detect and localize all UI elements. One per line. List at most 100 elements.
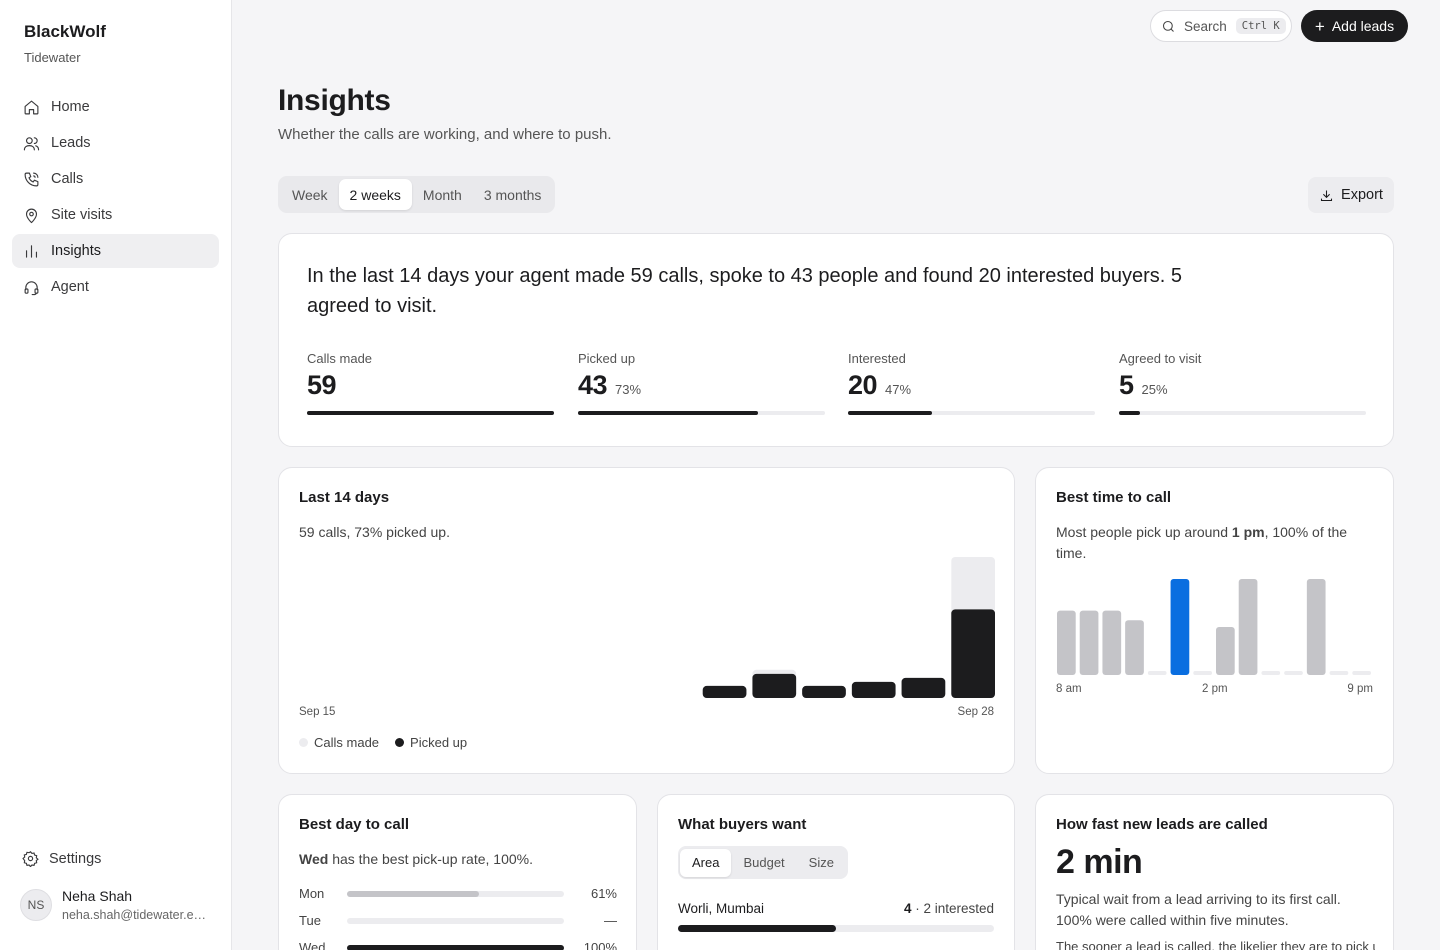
- x-axis-tick: 2 pm: [1202, 683, 1228, 695]
- range-month[interactable]: Month: [412, 179, 473, 210]
- day-row-tue: Tue —: [299, 913, 617, 928]
- user-email: neha.shah@tidewater.ex…: [62, 908, 208, 922]
- stat-value: 59: [307, 370, 337, 400]
- hour-bar: [1079, 610, 1099, 675]
- sidebar-item-label: Insights: [51, 243, 101, 259]
- stat-percent: 73%: [615, 382, 642, 397]
- day-name: Mon: [299, 886, 325, 901]
- range-week[interactable]: Week: [281, 179, 339, 210]
- x-axis-end-label: Sep 28: [957, 706, 994, 718]
- hour-bar: [1261, 671, 1281, 675]
- legend-swatch: [299, 738, 308, 747]
- search-label: Search: [1184, 18, 1227, 34]
- day-row-wed: Wed 100%: [299, 940, 617, 950]
- home-icon: [22, 98, 40, 116]
- response-time-note: The sooner a lead is called, the likelie…: [1056, 939, 1376, 950]
- best-hour: 1 pm: [1231, 524, 1265, 540]
- summary-text: In the last 14 days your agent made 59 c…: [307, 265, 1183, 317]
- hour-bar: [1170, 579, 1190, 675]
- stat-label: Agreed to visit: [1119, 351, 1202, 366]
- stat-progress: [1119, 411, 1366, 415]
- user-menu[interactable]: NS Neha Shah neha.shah@tidewater.ex…: [20, 888, 208, 922]
- best-day: Wed: [299, 851, 329, 867]
- settings-label: Settings: [49, 850, 102, 867]
- card-title: What buyers want: [678, 816, 807, 833]
- stat-progress-fill: [848, 411, 932, 415]
- stat-value: 20: [848, 370, 878, 400]
- day-percent: 61%: [590, 886, 617, 901]
- legend-item-picked-up: Picked up: [395, 735, 467, 750]
- card-title: Last 14 days: [299, 489, 390, 506]
- hour-bar: [1238, 579, 1258, 675]
- sidebar-item-home[interactable]: Home: [12, 90, 219, 124]
- x-axis-tick: 8 am: [1056, 683, 1082, 695]
- stat-progress-fill: [307, 411, 554, 415]
- card-subtitle: 59 calls, 73% picked up.: [299, 524, 450, 540]
- hour-bar: [1352, 671, 1371, 675]
- sidebar-item-site-visits[interactable]: Site visits: [12, 198, 219, 232]
- response-time-description: Typical wait from a lead arriving to its…: [1056, 891, 1341, 928]
- bar-picked-up: [951, 609, 995, 698]
- sidebar-item-insights[interactable]: Insights: [12, 234, 219, 268]
- hour-bar: [1057, 610, 1076, 675]
- range-2-weeks[interactable]: 2 weeks: [338, 179, 412, 210]
- export-label: Export: [1341, 187, 1383, 203]
- sidebar-item-label: Site visits: [51, 207, 113, 223]
- x-axis-start-label: Sep 15: [299, 706, 336, 718]
- stat-percent: 47%: [885, 382, 912, 397]
- sidebar-item-leads[interactable]: Leads: [12, 126, 219, 160]
- legend-swatch: [395, 738, 405, 747]
- day-bar: [347, 917, 564, 924]
- bar-chart-icon: [22, 242, 40, 260]
- stat-value: 5: [1119, 370, 1134, 400]
- settings-link[interactable]: Settings: [22, 850, 101, 867]
- add-leads-button[interactable]: + Add leads: [1301, 10, 1408, 42]
- tab-budget[interactable]: Budget: [731, 849, 796, 877]
- hour-bar: [1329, 671, 1349, 675]
- buyers-want-card: What buyers want Area Budget Size Worli,…: [657, 794, 1015, 950]
- bar-picked-up: [851, 681, 896, 698]
- sidebar-item-calls[interactable]: Calls: [12, 162, 219, 196]
- bar-picked-up: [802, 685, 846, 698]
- stat-value: 43: [578, 370, 608, 400]
- card-title: How fast new leads are called: [1056, 816, 1268, 833]
- chart-legend: Calls made Picked up: [299, 735, 483, 750]
- response-time-value: 2 min: [1056, 843, 1143, 881]
- daily-calls-chart: [702, 557, 995, 698]
- area-bar: [678, 925, 994, 932]
- legend-label: Calls made: [314, 735, 380, 750]
- day-bar: [347, 944, 564, 950]
- stat-picked-up: Picked up 43 73%: [578, 351, 825, 415]
- card-title: Best time to call: [1056, 489, 1172, 506]
- area-name: Worli, Mumbai: [678, 901, 765, 916]
- tab-size[interactable]: Size: [797, 849, 846, 877]
- stat-progress: [578, 411, 825, 415]
- stat-label: Interested: [848, 351, 906, 366]
- tab-area[interactable]: Area: [680, 848, 732, 877]
- sidebar-item-label: Agent: [51, 279, 89, 295]
- map-pin-icon: [22, 206, 40, 224]
- gear-icon: [22, 851, 39, 867]
- hourly-pickup-chart: [1057, 579, 1371, 675]
- subtitle-text: has the best pick-up rate, 100%.: [328, 851, 533, 867]
- day-percent: —: [604, 913, 617, 928]
- stat-label: Picked up: [578, 351, 636, 366]
- range-3-months[interactable]: 3 months: [473, 179, 553, 210]
- hour-bar: [1125, 620, 1144, 675]
- bar-picked-up: [752, 673, 797, 698]
- range-selector: Week 2 weeks Month 3 months: [278, 176, 556, 213]
- stat-progress-fill: [1119, 411, 1140, 415]
- download-icon: [1321, 190, 1333, 201]
- stat-label: Calls made: [307, 351, 373, 366]
- area-count-detail: · 2 interested: [911, 901, 994, 916]
- export-button[interactable]: Export: [1308, 177, 1394, 213]
- brand-name: BlackWolf: [24, 22, 106, 41]
- sidebar-item-agent[interactable]: Agent: [12, 270, 219, 304]
- legend-item-calls-made: Calls made: [299, 735, 379, 750]
- hour-bar: [1306, 579, 1326, 675]
- page-title: Insights: [278, 84, 391, 117]
- hour-bar: [1193, 671, 1212, 675]
- search-button[interactable]: Search Ctrl K: [1150, 10, 1292, 42]
- day-bar: [347, 890, 564, 897]
- users-icon: [22, 134, 40, 152]
